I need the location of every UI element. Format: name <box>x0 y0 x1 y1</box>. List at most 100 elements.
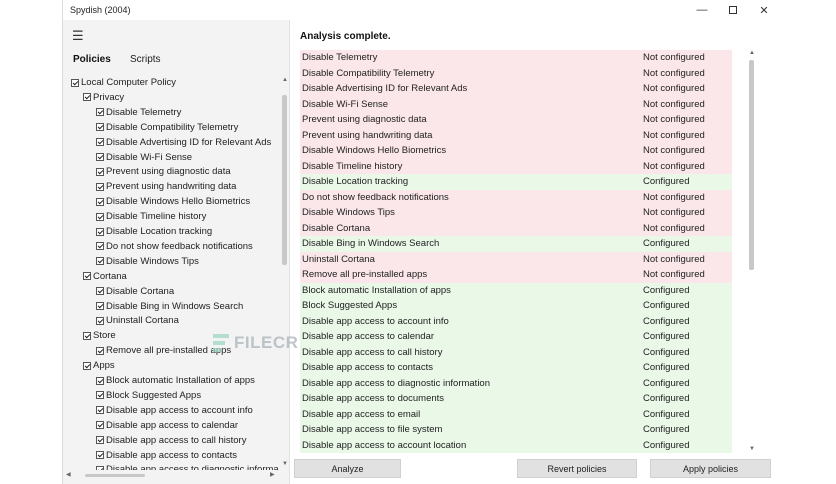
result-row[interactable]: Disable Compatibility Telemetry Not confi… <box>300 65 732 81</box>
tree-item[interactable]: Disable Windows Hello Biometrics <box>96 194 250 209</box>
result-row[interactable]: Disable app access to account info Config… <box>300 313 732 329</box>
result-row[interactable]: Prevent using handwriting data Not config… <box>300 127 732 143</box>
result-row[interactable]: Do not show feedback notifications Not co… <box>300 189 732 205</box>
tree-item[interactable]: Apps <box>83 358 115 373</box>
tab-policies[interactable]: Policies <box>73 54 111 65</box>
result-row[interactable]: Disable Advertising ID for Relevant Ads N… <box>300 81 732 97</box>
tree-item[interactable]: Privacy <box>83 90 124 105</box>
tree-scroll-thumb[interactable] <box>282 95 287 265</box>
tree-vertical-scrollbar[interactable]: ▲ ▼ <box>280 75 289 470</box>
tree-item[interactable]: Disable Telemetry <box>96 105 181 120</box>
minimize-button[interactable]: — <box>687 0 717 20</box>
tree-item[interactable]: Block Suggested Apps <box>96 388 201 403</box>
result-row[interactable]: Disable app access to file system Configu… <box>300 422 732 438</box>
checkbox-checked-icon[interactable] <box>96 138 104 147</box>
tree-item[interactable]: Disable app access to account info <box>96 403 253 418</box>
checkbox-checked-icon[interactable] <box>96 197 104 206</box>
checkbox-checked-icon[interactable] <box>96 451 104 459</box>
tree-item[interactable]: Disable app access to diagnostic informa <box>96 462 279 470</box>
checkbox-checked-icon[interactable] <box>96 257 104 266</box>
tree-item[interactable]: Disable Bing in Windows Search <box>96 299 243 314</box>
tree-item[interactable]: Uninstall Cortana <box>96 313 179 328</box>
tree-item[interactable]: Disable app access to call history <box>96 433 246 448</box>
tree-item[interactable]: Local Computer Policy <box>71 75 176 90</box>
results-vertical-scrollbar[interactable]: ▲ ▼ <box>747 50 756 455</box>
revert-policies-button[interactable]: Revert policies <box>517 459 637 478</box>
tree-item[interactable]: Remove all pre-installed apps <box>96 343 231 358</box>
result-row[interactable]: Disable app access to documents Configure… <box>300 391 732 407</box>
scroll-up-arrow-icon[interactable]: ▲ <box>282 77 288 83</box>
analyze-button[interactable]: Analyze <box>294 459 401 478</box>
checkbox-checked-icon[interactable] <box>96 153 104 161</box>
checkbox-checked-icon[interactable] <box>96 376 104 385</box>
tab-scripts[interactable]: Scripts <box>130 54 161 65</box>
result-row[interactable]: Prevent using diagnostic data Not configu… <box>300 112 732 128</box>
scroll-down-arrow-icon[interactable]: ▼ <box>749 446 755 452</box>
tree-item[interactable]: Prevent using diagnostic data <box>96 164 231 179</box>
checkbox-checked-icon[interactable] <box>96 182 104 191</box>
result-row[interactable]: Disable Location tracking Configured <box>300 174 732 190</box>
tree-item[interactable]: Store <box>83 328 116 343</box>
checkbox-checked-icon[interactable] <box>96 227 104 236</box>
checkbox-checked-icon[interactable] <box>96 212 104 221</box>
result-row[interactable]: Remove all pre-installed apps Not configu… <box>300 267 732 283</box>
tree-hscroll-thumb[interactable] <box>85 474 145 477</box>
checkbox-checked-icon[interactable] <box>71 78 79 87</box>
checkbox-checked-icon[interactable] <box>96 436 104 445</box>
tree-item[interactable]: Disable Location tracking <box>96 224 212 239</box>
tree-item[interactable]: Disable Cortana <box>96 284 174 299</box>
result-row[interactable]: Disable app access to email Configured <box>300 406 732 422</box>
checkbox-checked-icon[interactable] <box>83 272 91 281</box>
checkbox-checked-icon[interactable] <box>83 93 91 102</box>
tree-horizontal-scrollbar[interactable]: ◀ ▶ <box>63 470 280 480</box>
checkbox-checked-icon[interactable] <box>96 108 104 117</box>
tree-item[interactable]: Disable Advertising ID for Relevant Ads <box>96 135 271 150</box>
checkbox-checked-icon[interactable] <box>83 331 91 340</box>
result-row[interactable]: Disable app access to calendar Configured <box>300 329 732 345</box>
scroll-right-arrow-icon[interactable]: ▶ <box>270 471 275 478</box>
tree-item[interactable]: Disable Compatibility Telemetry <box>96 120 238 135</box>
result-row[interactable]: Disable app access to contacts Configured <box>300 360 732 376</box>
checkbox-checked-icon[interactable] <box>96 316 104 325</box>
result-row[interactable]: Block automatic Installation of apps Conf… <box>300 282 732 298</box>
scroll-up-arrow-icon[interactable]: ▲ <box>749 50 755 56</box>
result-row[interactable]: Disable Wi-Fi Sense Not configured <box>300 96 732 112</box>
tree-item[interactable]: Disable Wi-Fi Sense <box>96 150 192 165</box>
tree-item[interactable]: Disable Windows Tips <box>96 254 199 269</box>
maximize-button[interactable] <box>718 0 748 20</box>
result-row[interactable]: Disable Telemetry Not configured <box>300 50 732 66</box>
result-row[interactable]: Disable app access to diagnostic informa… <box>300 375 732 391</box>
result-row[interactable]: Disable Windows Tips Not configured <box>300 205 732 221</box>
checkbox-checked-icon[interactable] <box>96 391 104 400</box>
tree-item[interactable]: Disable app access to contacts <box>96 448 237 463</box>
tree-item[interactable]: Prevent using handwriting data <box>96 179 236 194</box>
result-row[interactable]: Disable app access to call history Config… <box>300 344 732 360</box>
result-row[interactable]: Block Suggested Apps Configured <box>300 298 732 314</box>
apply-policies-button[interactable]: Apply policies <box>650 459 771 478</box>
result-row[interactable]: Disable Cortana Not configured <box>300 220 732 236</box>
scroll-down-arrow-icon[interactable]: ▼ <box>282 461 288 467</box>
result-row[interactable]: Disable Bing in Windows Search Configured <box>300 236 732 252</box>
checkbox-checked-icon[interactable] <box>96 421 104 430</box>
close-button[interactable]: ✕ <box>749 0 779 20</box>
tree-item[interactable]: Disable Timeline history <box>96 209 206 224</box>
tree-item[interactable]: Disable app access to calendar <box>96 418 238 433</box>
checkbox-checked-icon[interactable] <box>83 361 91 370</box>
result-row[interactable]: Disable app access to account location Co… <box>300 437 732 453</box>
result-row[interactable]: Disable Timeline history Not configured <box>300 158 732 174</box>
hamburger-icon[interactable]: ☰ <box>72 29 84 42</box>
results-scroll-thumb[interactable] <box>749 60 754 270</box>
checkbox-checked-icon[interactable] <box>96 167 104 176</box>
checkbox-checked-icon[interactable] <box>96 242 104 251</box>
result-row[interactable]: Uninstall Cortana Not configured <box>300 251 732 267</box>
checkbox-checked-icon[interactable] <box>96 123 104 132</box>
checkbox-checked-icon[interactable] <box>96 346 104 355</box>
scroll-left-arrow-icon[interactable]: ◀ <box>66 471 71 478</box>
tree-item[interactable]: Do not show feedback notifications <box>96 239 253 254</box>
tree-item[interactable]: Block automatic Installation of apps <box>96 373 255 388</box>
checkbox-checked-icon[interactable] <box>96 287 104 296</box>
tree-item[interactable]: Cortana <box>83 269 127 284</box>
checkbox-checked-icon[interactable] <box>96 302 104 310</box>
checkbox-checked-icon[interactable] <box>96 406 104 415</box>
result-row[interactable]: Disable Windows Hello Biometrics Not conf… <box>300 143 732 159</box>
